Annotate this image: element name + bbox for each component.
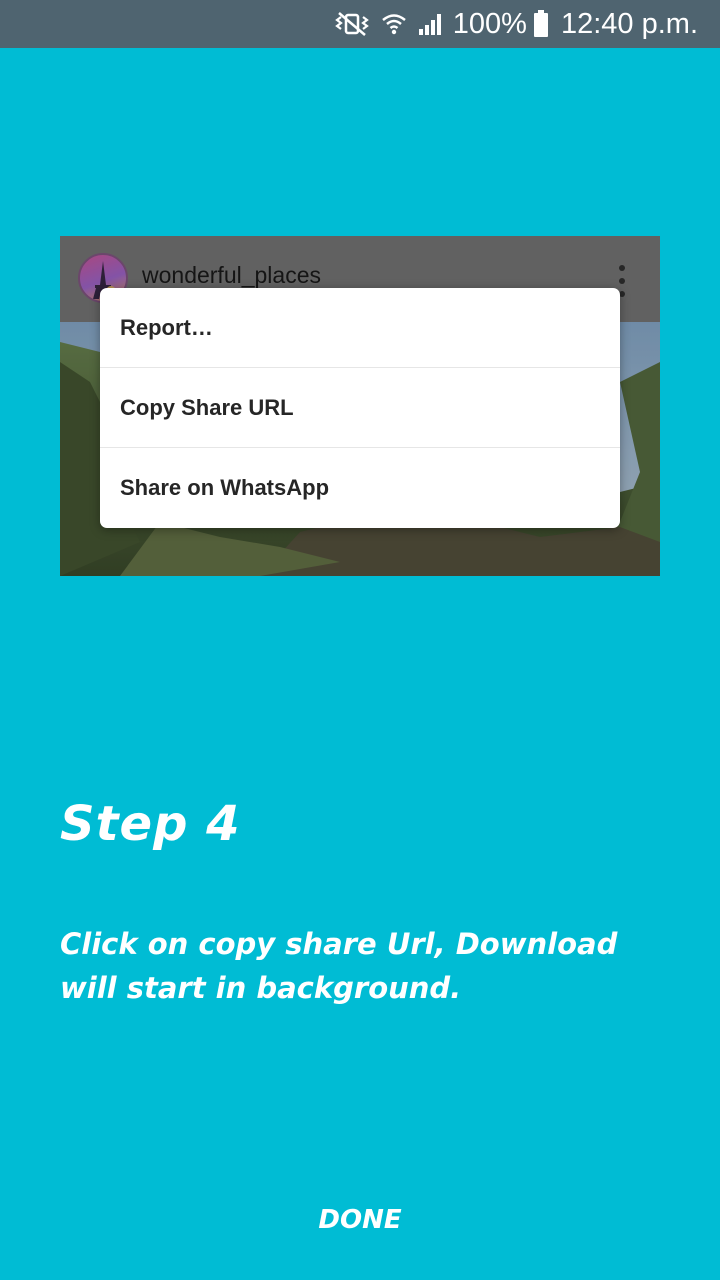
tutorial-screen: 100% 12:40 p.m. wonderful_places Report…… [0, 0, 720, 1280]
step-description: Click on copy share Url, Download will s… [60, 927, 618, 1005]
wifi-icon [381, 11, 407, 37]
menu-item-copy-share-url: Copy Share URL [100, 368, 620, 448]
menu-item-share-whatsapp: Share on WhatsApp [120, 475, 330, 500]
battery-icon [533, 10, 549, 38]
signal-icon [417, 11, 443, 37]
menu-item-report: Report… [100, 288, 620, 368]
battery-percent: 100% [452, 7, 527, 40]
mute-vibrate-icon [333, 11, 371, 37]
step-title: Step 4 [60, 796, 241, 852]
done-button[interactable]: DONE [260, 1190, 460, 1250]
status-bar: 100% 12:40 p.m. [0, 0, 720, 48]
clock: 12:40 p.m. [560, 7, 698, 40]
post-options-menu: Report… Copy Share URL Share on WhatsApp [100, 288, 620, 528]
